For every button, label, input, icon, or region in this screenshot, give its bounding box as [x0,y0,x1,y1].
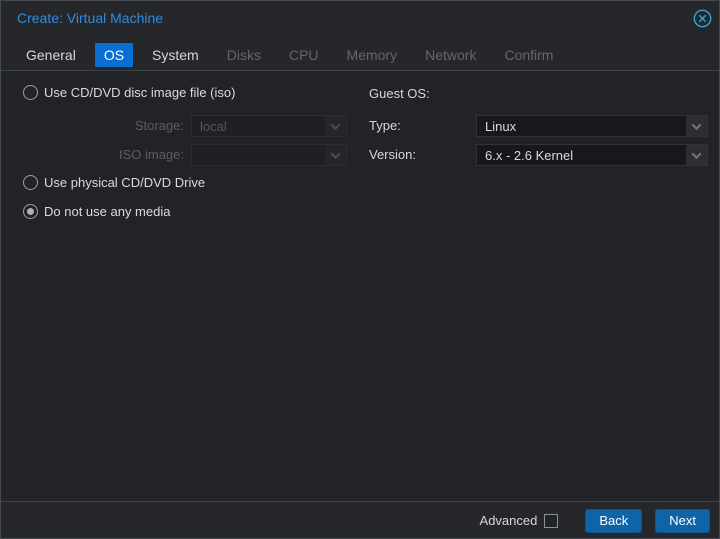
tab-network: Network [425,46,477,63]
tab-system[interactable]: System [143,43,208,67]
version-label: Version: [369,147,416,162]
radio-circle-icon [23,204,38,219]
create-vm-dialog: Create: Virtual Machine General OS Syste… [0,0,720,539]
close-button[interactable] [692,8,712,28]
guest-os-heading: Guest OS: [369,86,430,101]
storage-value: local [200,119,227,134]
iso-image-value [192,145,325,165]
tab-general[interactable]: General [17,43,85,67]
storage-label: Storage: [134,118,184,133]
tab-os[interactable]: OS [94,42,134,67]
advanced-checkbox[interactable] [544,513,559,528]
iso-image-label: ISO image: [118,147,184,162]
radio-physical-drive[interactable]: Use physical CD/DVD Drive [23,175,205,190]
type-value: Linux [485,119,517,134]
advanced-label: Advanced [479,513,538,528]
storage-combobox: local [191,115,347,137]
storage-dropdown-trigger [325,116,346,136]
os-tab-panel: Use CD/DVD disc image file (iso) Storage… [1,70,719,502]
chevron-down-icon [330,148,341,159]
dialog-footer: Advanced Back Next [1,503,719,538]
iso-image-combobox [191,144,347,166]
version-dropdown-trigger[interactable] [686,145,707,165]
chevron-down-icon [691,148,702,159]
version-value: 6.x - 2.6 Kernel [485,148,574,163]
radio-circle-icon [23,175,38,190]
next-button[interactable]: Next [655,508,710,533]
tab-memory: Memory [346,46,398,63]
wizard-tab-bar: General OS System Disks CPU Memory Netwo… [17,39,719,70]
close-icon [693,9,711,27]
version-combobox[interactable]: 6.x - 2.6 Kernel [476,144,708,166]
tab-cpu: CPU [288,46,319,63]
tab-disks: Disks [226,46,261,63]
type-label: Type: [369,118,401,133]
chevron-down-icon [691,119,702,130]
radio-label: Do not use any media [44,204,171,219]
chevron-down-icon [330,119,341,130]
dialog-header: Create: Virtual Machine [1,1,719,39]
back-button[interactable]: Back [585,508,643,533]
radio-circle-icon [23,85,38,100]
iso-dropdown-trigger [325,145,346,165]
radio-label: Use physical CD/DVD Drive [44,175,206,190]
radio-use-iso[interactable]: Use CD/DVD disc image file (iso) [23,85,235,100]
radio-no-media[interactable]: Do not use any media [23,204,170,219]
dialog-title: Create: Virtual Machine [17,10,164,26]
type-dropdown-trigger[interactable] [686,116,707,136]
radio-label: Use CD/DVD disc image file (iso) [44,85,236,100]
tab-confirm: Confirm [504,46,554,63]
type-combobox[interactable]: Linux [476,115,708,137]
